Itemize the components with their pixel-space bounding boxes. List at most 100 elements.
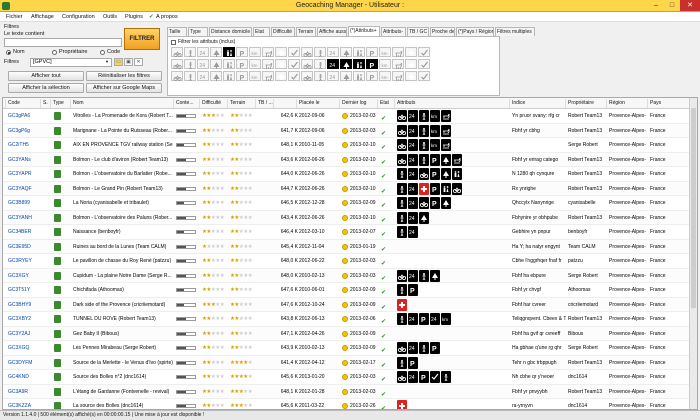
column-separator[interactable] [647, 99, 648, 108]
attribute-24-icon[interactable]: 24 [197, 71, 209, 81]
show-all-button[interactable]: Afficher tout [8, 71, 84, 81]
table-row[interactable]: GC3XGY Cupidum - La plaine Notre Dame (Se… [3, 268, 689, 283]
attribute-tree-icon[interactable] [210, 59, 222, 69]
table-row[interactable]: GC3KZZA La source des Bolles (dnc1614) ★★★… [3, 399, 689, 409]
maximize-button[interactable]: □ [664, 0, 680, 11]
attribute-bike-icon[interactable] [171, 47, 183, 57]
attribute-tree-icon[interactable] [340, 47, 352, 57]
cell-code[interactable]: GC3XGQ [8, 341, 42, 355]
attribute-24-icon[interactable]: 24 [197, 59, 209, 69]
table-row[interactable]: GC3DYFM Source de la Merlette - le Venus … [3, 355, 689, 370]
table-row[interactable]: GC3RYEY Le pavillon de chasse du Roy René… [3, 254, 689, 269]
column-header-12[interactable]: Attributs [397, 100, 415, 106]
cell-code[interactable]: GC4KND [8, 370, 42, 384]
tab-12[interactable]: Filtres multiples [495, 27, 535, 36]
menu-configuration[interactable]: Configuration [62, 13, 95, 21]
delete-filter-icon[interactable]: ✕ [134, 58, 143, 66]
cell-code[interactable]: GC3gPA6 [8, 109, 42, 123]
attribute-red-icon[interactable] [405, 47, 417, 57]
cell-name[interactable]: Bolmon - Le club d'aviron (Robert Team13… [73, 153, 173, 167]
column-separator[interactable] [173, 99, 174, 108]
cell-name[interactable]: La source des Bolles (dnc1614) [73, 399, 173, 409]
menu-a-propos[interactable]: A propos [156, 13, 178, 21]
column-header-2[interactable]: Type [53, 100, 64, 106]
column-header-3[interactable]: Nom [73, 100, 84, 106]
minimize-button[interactable]: – [648, 0, 664, 11]
attribute-tree-icon[interactable] [340, 71, 352, 81]
table-row[interactable]: GC3gPA6 Vitrolles - La Promenade de Kora … [3, 109, 689, 124]
table-row[interactable]: GC3B899 La Noria (cyanisabelle et tribaul… [3, 196, 689, 211]
attribute-dog-icon[interactable] [392, 59, 404, 69]
table-row[interactable]: GC3YAQF Bolmon - Le Grand Pin (Robert Tea… [3, 181, 689, 196]
table-row[interactable]: GC34BER Naissance (benboyfr) ★★★★★ ★★★★★ 646… [3, 225, 689, 240]
tab-5[interactable]: Terrain [296, 27, 316, 36]
table-row[interactable]: GC2iTH5 AIX EN PROVENCE TGV railway stati… [3, 138, 689, 153]
cell-name[interactable]: Bolmon - Le Grand Pin (Robert Team13) [73, 182, 173, 196]
menu-fichier[interactable]: Fichier [6, 13, 23, 21]
cell-name[interactable]: Source des Bolles n°2 (dnc1614) [73, 370, 173, 384]
attribute-tree-icon[interactable] [340, 59, 352, 69]
cell-code[interactable]: GC3YANH [8, 211, 42, 225]
attribute-wc-icon[interactable] [353, 59, 365, 69]
attribute-P-icon[interactable]: P [366, 59, 378, 69]
column-separator[interactable] [394, 99, 395, 108]
cell-code[interactable]: GC3KZZA [8, 399, 42, 409]
attribute-dog-icon[interactable] [262, 71, 274, 81]
attribute-red-icon[interactable] [275, 47, 287, 57]
attribute-bike-icon[interactable] [301, 47, 313, 57]
column-separator[interactable] [377, 99, 378, 108]
attribute-check-icon[interactable] [288, 47, 300, 57]
column-separator[interactable] [40, 99, 41, 108]
menu-affichage[interactable]: Affichage [31, 13, 54, 21]
tab-4[interactable]: Difficulté [271, 27, 295, 36]
close-button[interactable]: ✕ [680, 0, 700, 11]
cell-name[interactable]: Les Pennes Mirabeau (Serge Robert) [73, 341, 173, 355]
cell-name[interactable]: Dark side of the Provence (cricriiemotar… [73, 298, 173, 312]
table-row[interactable]: GC3XBY2 TUNNEL DU ROVE (Robert Team13) ★★★… [3, 312, 689, 327]
column-separator[interactable] [606, 99, 607, 108]
column-header-0[interactable]: Code [8, 100, 20, 106]
column-header-7[interactable]: TB / ... [258, 100, 273, 106]
cell-code[interactable]: GC3E95D [8, 240, 42, 254]
table-row[interactable]: GC3YANs Bolmon - Le club d'aviron (Robert… [3, 152, 689, 167]
cell-name[interactable]: Gez Baby II (Bibous) [73, 327, 173, 341]
attribute-P-icon[interactable]: P [366, 47, 378, 57]
cell-name[interactable]: L'étang de Gardanne (Fontvenelle - reviv… [73, 385, 173, 399]
attribute-kid-icon[interactable] [314, 71, 326, 81]
cell-code[interactable]: GC3gP6g [8, 124, 42, 138]
column-header-11[interactable]: Etat [380, 100, 389, 106]
column-header-6[interactable]: Terrain [230, 100, 245, 106]
cell-code[interactable]: GC3YAPR [8, 167, 42, 181]
cell-code[interactable]: GC3B899 [8, 196, 42, 210]
filters-select[interactable]: [GPVC] [30, 58, 112, 67]
attribute-bike-icon[interactable] [171, 71, 183, 81]
cell-code[interactable]: GC2iTH5 [8, 138, 42, 152]
table-row[interactable]: GC3gP6g Marignane - La Pointe du Ruisseau… [3, 123, 689, 138]
column-separator[interactable] [296, 99, 297, 108]
attribute-check-icon[interactable] [418, 59, 430, 69]
cell-code[interactable]: GC3YAQF [8, 182, 42, 196]
cell-name[interactable]: AIX EN PROVENCE TGV railway station (Se.… [73, 138, 173, 152]
attribute-P-icon[interactable]: P [236, 59, 248, 69]
column-header-16[interactable]: Pays [650, 100, 661, 106]
attribute-wc-icon[interactable] [223, 59, 235, 69]
tab-9[interactable]: TB / GC [407, 27, 429, 36]
attribute-check-icon[interactable] [288, 59, 300, 69]
table-row[interactable]: GC3Y2AJ Gez Baby II (Bibous) ★★★★★ ★★★★★ 647… [3, 326, 689, 341]
attribute-dog-icon[interactable] [262, 59, 274, 69]
column-header-5[interactable]: Difficulté [202, 100, 221, 106]
column-separator[interactable] [273, 99, 274, 108]
tab-6[interactable]: Affiche aussi [317, 27, 347, 36]
cell-name[interactable]: Bolmon - L'observatoire des Paluns (Robe… [73, 211, 173, 225]
attribute-red-icon[interactable] [275, 71, 287, 81]
column-separator[interactable] [509, 99, 510, 108]
attribute-km-icon[interactable]: km [249, 59, 261, 69]
cell-name[interactable]: Cupidum - La plaine Notre Dame (Serge R.… [73, 269, 173, 283]
cell-code[interactable]: GC3BHY9 [8, 298, 42, 312]
attribute-kid-icon[interactable] [314, 59, 326, 69]
tab-7[interactable]: (*)Attributs+ [348, 26, 380, 36]
column-separator[interactable] [50, 99, 51, 108]
column-header-10[interactable]: Dernier log [342, 100, 366, 106]
column-separator[interactable] [199, 99, 200, 108]
radio-proprietaire[interactable] [52, 50, 57, 55]
